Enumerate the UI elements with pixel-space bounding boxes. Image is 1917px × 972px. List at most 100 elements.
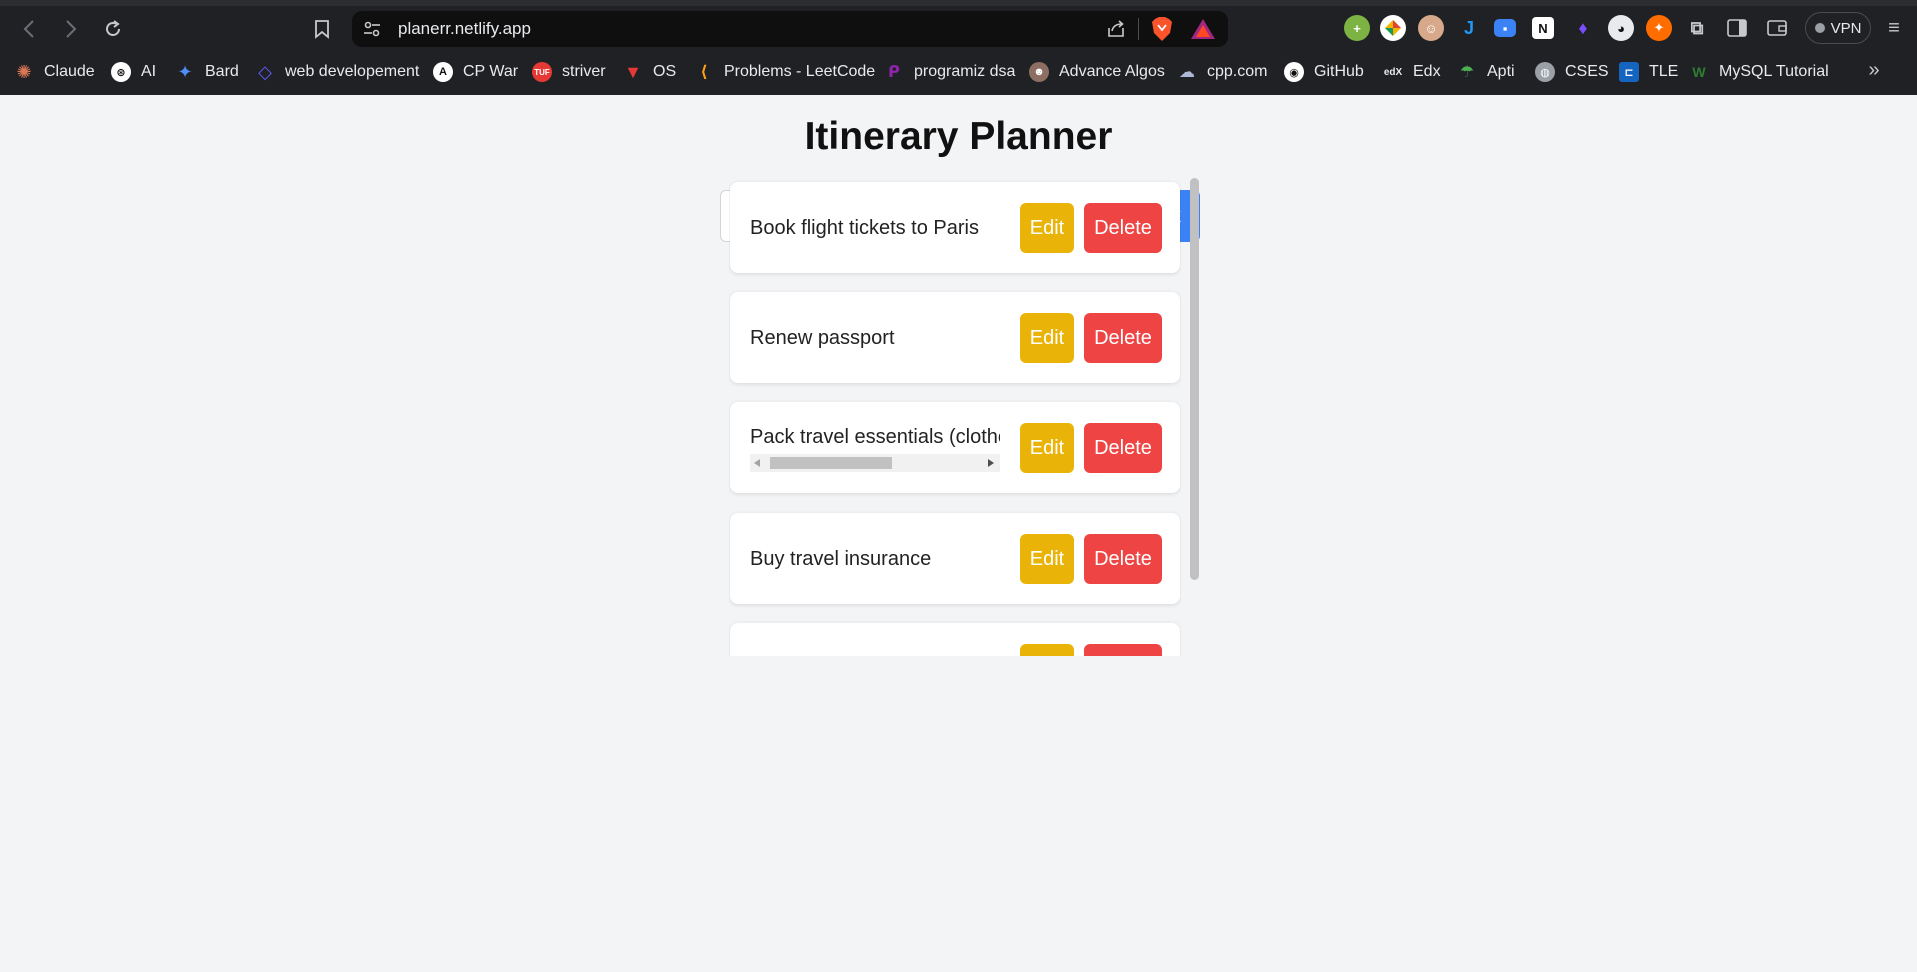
- bookmark-label: CSES: [1565, 63, 1609, 80]
- bookmark-label: GitHub: [1314, 63, 1364, 80]
- bookmark-leetcode[interactable]: ⟨ Problems - LeetCode: [694, 60, 875, 84]
- bookmark-label: CP War: [463, 63, 519, 80]
- address-bar[interactable]: planerr.netlify.app: [352, 11, 1228, 47]
- notion-icon[interactable]: N: [1532, 17, 1554, 39]
- bookmark-label: Claude: [44, 63, 95, 80]
- claude-icon: ✺: [16, 61, 32, 82]
- bookmark-label: OS: [653, 63, 677, 80]
- task-text: Renew passport: [750, 327, 895, 349]
- bookmark-edx[interactable]: edX Edx: [1383, 60, 1441, 84]
- vpn-status-icon: [1814, 23, 1825, 33]
- bookmark-label: Apti: [1487, 63, 1515, 80]
- cses-icon: ◍: [1535, 62, 1555, 82]
- sidebar-toggle-icon[interactable]: [1724, 15, 1750, 41]
- bookmark-label: cpp.com: [1207, 63, 1268, 80]
- share-icon[interactable]: [1104, 17, 1128, 41]
- horizontal-scroll-thumb[interactable]: [770, 457, 892, 469]
- bookmark-label: Edx: [1413, 63, 1441, 80]
- bookmark-cpp-com[interactable]: ☁ cpp.com: [1177, 60, 1267, 84]
- extension-j-icon[interactable]: J: [1456, 15, 1482, 41]
- edit-button[interactable]: Edit: [1020, 203, 1074, 253]
- bookmark-apti[interactable]: ☂ Apti: [1457, 60, 1515, 84]
- bookmark-ai[interactable]: ⊛ AI: [111, 60, 156, 84]
- vpn-button[interactable]: VPN: [1805, 12, 1871, 44]
- window-top-edge: [0, 0, 1917, 6]
- tle-icon: ⊏: [1619, 62, 1639, 82]
- extensions-puzzle-icon[interactable]: ⧉: [1684, 15, 1710, 41]
- back-icon[interactable]: [14, 14, 44, 44]
- bookmark-label: Problems - LeetCode: [724, 63, 876, 80]
- more-bookmarks-icon[interactable]: »: [1862, 58, 1886, 82]
- wallet-icon[interactable]: [1764, 15, 1790, 41]
- delete-button[interactable]: Delete: [1084, 203, 1162, 253]
- address-bar-divider: [1138, 18, 1139, 40]
- algos-icon: ☻: [1029, 62, 1049, 82]
- task-item-partial: Edit Delete: [730, 623, 1180, 656]
- bookmark-label: striver: [562, 63, 606, 80]
- brave-rewards-icon[interactable]: [1190, 17, 1216, 41]
- task-text: Book flight tickets to Paris: [750, 217, 979, 239]
- cp-war-icon: A: [433, 62, 453, 82]
- reload-icon[interactable]: [98, 14, 128, 44]
- bookmark-bard[interactable]: ✦ Bard: [175, 60, 238, 84]
- bookmark-github[interactable]: ◉ GitHub: [1284, 60, 1364, 84]
- mysql-icon: W: [1692, 64, 1706, 80]
- task-list[interactable]: Book flight tickets to Paris Edit Delete…: [729, 176, 1181, 656]
- bookmarks-bar: ✺ Claude ⊛ AI ✦ Bard ◇ web developement …: [0, 56, 1917, 88]
- bookmark-cses[interactable]: ◍ CSES: [1535, 60, 1609, 84]
- extension-plus-icon[interactable]: +: [1344, 15, 1370, 41]
- bookmark-os[interactable]: ▼ OS: [623, 60, 676, 84]
- extension-face-icon[interactable]: ☺: [1418, 15, 1444, 41]
- scroll-left-arrow-icon[interactable]: [754, 459, 760, 467]
- bookmark-striver[interactable]: TUF striver: [532, 60, 606, 84]
- bookmark-tle[interactable]: ⊏ TLE: [1619, 60, 1678, 84]
- task-item: Pack travel essentials (clothe Edit Dele…: [730, 402, 1180, 493]
- extension-screen-icon[interactable]: ▪: [1494, 19, 1516, 37]
- os-icon: ▼: [624, 61, 642, 82]
- bookmark-mysql-tutorial[interactable]: W MySQL Tutorial: [1689, 60, 1828, 84]
- delete-button[interactable]: Delete: [1084, 644, 1162, 656]
- edit-button[interactable]: Edit: [1020, 423, 1074, 473]
- vpn-label: VPN: [1830, 19, 1862, 37]
- task-item: Book flight tickets to Paris Edit Delete: [730, 182, 1180, 273]
- openai-icon: ⊛: [111, 62, 131, 82]
- bookmark-web-developement[interactable]: ◇ web developement: [255, 60, 419, 84]
- tuf-icon: TUF: [532, 62, 552, 82]
- bookmark-programiz-dsa[interactable]: ᑭ programiz dsa: [884, 60, 1015, 84]
- edit-button[interactable]: Edit: [1020, 534, 1074, 584]
- bookmark-page-icon[interactable]: [311, 16, 333, 42]
- extension-orange-icon[interactable]: ✦: [1646, 15, 1672, 41]
- bookmark-cp-war[interactable]: A CP War: [433, 60, 518, 84]
- bookmark-label: TLE: [1649, 63, 1679, 80]
- task-text-horizontal-scrollbar[interactable]: [750, 454, 1000, 472]
- task-text: Buy travel insurance: [750, 548, 932, 570]
- browser-menu-icon[interactable]: ≡: [1882, 16, 1906, 40]
- vertical-scroll-thumb[interactable]: [1190, 178, 1199, 580]
- extension-colorful-icon[interactable]: [1380, 15, 1406, 41]
- leetcode-icon: ⟨: [700, 64, 708, 81]
- task-text: Pack travel essentials (clothe: [750, 426, 1000, 448]
- url-text[interactable]: planerr.netlify.app: [398, 19, 531, 39]
- programiz-icon: ᑭ: [888, 64, 900, 81]
- bookmark-claude[interactable]: ✺ Claude: [14, 60, 95, 84]
- edx-icon: edX: [1383, 66, 1403, 78]
- brave-shields-icon[interactable]: [1150, 16, 1174, 42]
- scroll-right-arrow-icon[interactable]: [988, 459, 994, 467]
- delete-button[interactable]: Delete: [1084, 313, 1162, 363]
- edit-button[interactable]: Edit: [1020, 313, 1074, 363]
- github-icon: ◉: [1284, 62, 1304, 82]
- browser-chrome: planerr.netlify.app + ☺ J ▪ N ♦ ◕ ✦ ⧉ VP…: [0, 0, 1917, 95]
- cpp-icon: ☁: [1179, 64, 1195, 81]
- edit-button[interactable]: Edit: [1020, 644, 1074, 656]
- web-dev-icon: ◇: [258, 61, 272, 82]
- delete-button[interactable]: Delete: [1084, 423, 1162, 473]
- extension-panda-icon[interactable]: ◕: [1608, 15, 1634, 41]
- site-settings-icon[interactable]: [362, 19, 382, 39]
- bard-icon: ✦: [177, 61, 193, 82]
- forward-icon[interactable]: [56, 14, 86, 44]
- bookmark-label: programiz dsa: [914, 63, 1016, 80]
- bookmark-advance-algos[interactable]: ☻ Advance Algos: [1029, 60, 1165, 84]
- bookmark-label: web developement: [285, 63, 420, 80]
- delete-button[interactable]: Delete: [1084, 534, 1162, 584]
- extension-flame-icon[interactable]: ♦: [1570, 15, 1596, 41]
